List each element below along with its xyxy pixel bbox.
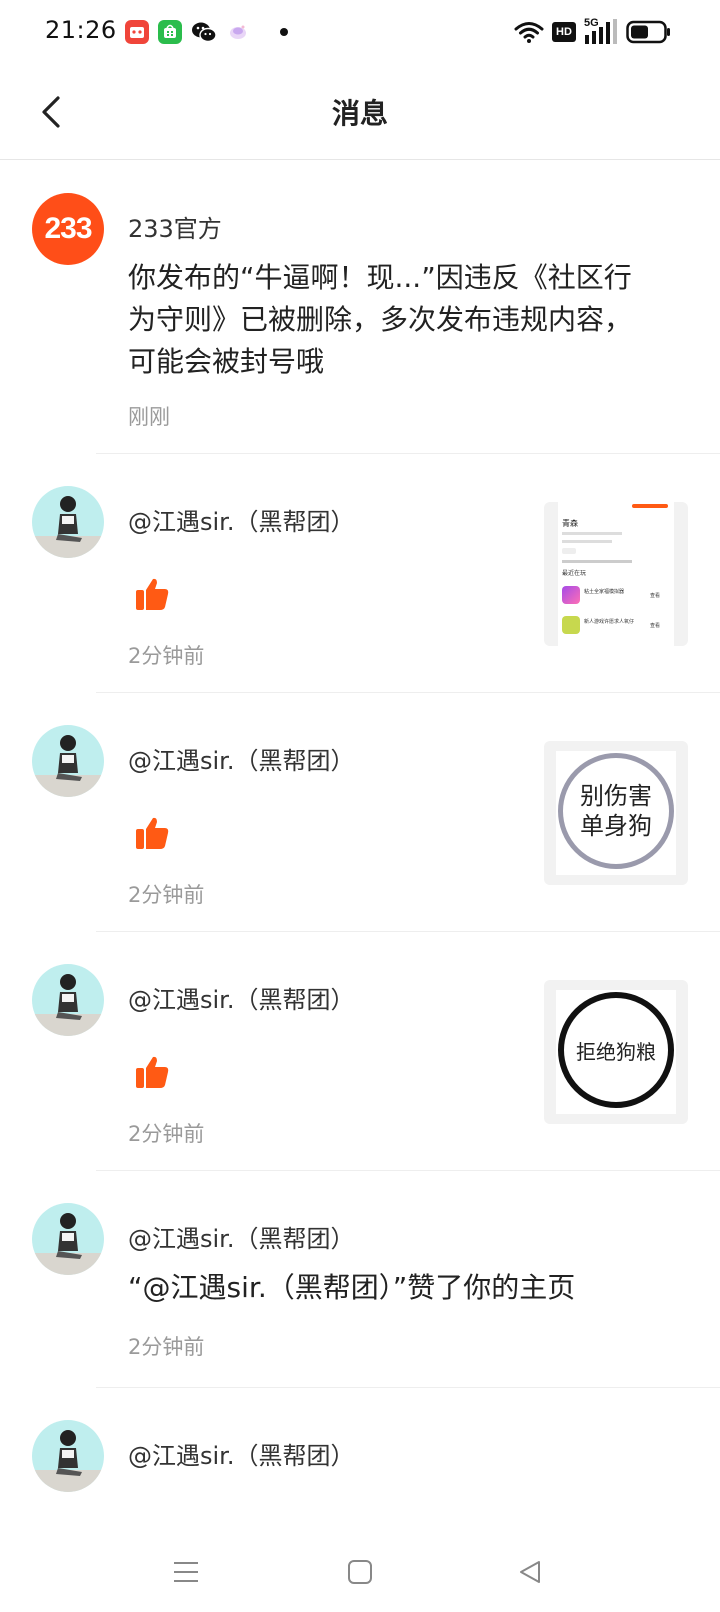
post-thumbnail[interactable]: 青森 最近在玩 粘土全家福模拟器 查看 新人游戏许愿求人氧仔 查看 <box>544 502 688 646</box>
status-indicators: HD 5G <box>514 17 672 46</box>
tag-chip <box>562 548 576 554</box>
sticker-image: 别伤害 单身狗 <box>556 751 676 875</box>
view-button: 查看 <box>650 593 661 599</box>
list-item[interactable]: @江遇sir.（黑帮团） “@江遇sir.（黑帮团）”赞了你的主页 2分钟前 <box>0 1171 720 1392</box>
back-triangle-icon <box>520 1561 540 1583</box>
menu-icon <box>174 1562 198 1582</box>
hd-badge: HD <box>552 22 576 42</box>
assistant-icon <box>226 20 250 44</box>
timestamp: 刚刚 <box>128 405 170 429</box>
view-button: 查看 <box>650 623 661 629</box>
notification-dot-icon <box>280 28 288 36</box>
cellular-signal-icon: 5G <box>584 17 618 45</box>
timestamp: 2分钟前 <box>128 883 205 907</box>
taobao-icon <box>125 20 149 44</box>
section-label: 最近在玩 <box>562 570 587 577</box>
sender-name[interactable]: @江遇sir.（黑帮团） <box>128 502 354 537</box>
wechat-icon <box>191 20 217 44</box>
sender-name[interactable]: 233官方 <box>128 209 222 244</box>
follow-chip <box>632 504 668 508</box>
home-square-icon <box>348 1560 372 1584</box>
back-nav-button[interactable] <box>510 1552 550 1592</box>
avatar[interactable] <box>32 725 104 797</box>
sender-name[interactable]: @江遇sir.（黑帮团） <box>128 980 354 1015</box>
sticker-circle: 拒绝狗粮 <box>558 992 674 1108</box>
profile-name: 青森 <box>562 519 578 528</box>
list-item[interactable]: @江遇sir.（黑帮团） <box>0 1388 720 1538</box>
sticker-text-bottom: 单身狗 <box>580 812 652 840</box>
avatar[interactable]: 233 <box>32 193 104 265</box>
list-item[interactable]: @江遇sir.（黑帮团） 2分钟前 拒绝狗粮 <box>0 932 720 1171</box>
app-store-icon <box>158 20 182 44</box>
avatar[interactable] <box>32 964 104 1036</box>
avatar[interactable] <box>32 486 104 558</box>
top-app-bar: 消息 <box>0 64 720 160</box>
avatar[interactable] <box>32 1203 104 1275</box>
sticker-text-top: 别伤害 <box>580 782 652 810</box>
thumbs-up-icon <box>134 576 170 612</box>
thumbs-up-icon <box>134 1054 170 1090</box>
wifi-icon <box>514 22 544 43</box>
thumbs-up-icon <box>134 815 170 851</box>
sticker-image: 拒绝狗粮 <box>556 990 676 1114</box>
list-item[interactable]: 233 233官方 你发布的“牛逼啊！现...”因违反《社区行为守则》已被删除，… <box>0 161 720 454</box>
page-title: 消息 <box>331 97 388 130</box>
game-title: 新人游戏许愿求人氧仔 <box>584 619 635 625</box>
battery-icon <box>626 20 670 44</box>
list-item[interactable]: @江遇sir.（黑帮团） 2分钟前 青森 最近在玩 粘土全家福模拟器 查看 新人… <box>0 454 720 693</box>
message-text: “@江遇sir.（黑帮团）”赞了你的主页 <box>128 1271 576 1304</box>
sticker-circle: 别伤害 单身狗 <box>558 753 674 869</box>
game-icon <box>562 616 580 634</box>
home-button[interactable] <box>340 1552 380 1592</box>
stats-line <box>562 560 632 563</box>
message-text: 你发布的“牛逼啊！现...”因违反《社区行为守则》已被删除，多次发布违规内容，可… <box>128 261 633 378</box>
menu-button[interactable] <box>166 1552 206 1592</box>
avatar-label: 233 <box>44 212 92 245</box>
sender-name[interactable]: @江遇sir.（黑帮团） <box>128 741 354 776</box>
post-thumbnail[interactable]: 别伤害 单身狗 <box>544 741 688 885</box>
status-bar: 21:26 HD 5G <box>0 0 720 64</box>
sender-name[interactable]: @江遇sir.（黑帮团） <box>128 1219 354 1254</box>
sender-name[interactable]: @江遇sir.（黑帮团） <box>128 1436 354 1471</box>
post-thumbnail[interactable]: 拒绝狗粮 <box>544 980 688 1124</box>
game-icon <box>562 586 580 604</box>
timestamp: 2分钟前 <box>128 1335 205 1359</box>
system-navigation-bar <box>0 1528 720 1612</box>
avatar[interactable] <box>32 1420 104 1492</box>
timestamp: 2分钟前 <box>128 644 205 668</box>
bio-line <box>562 540 612 543</box>
status-time: 21:26 <box>45 16 117 44</box>
timestamp: 2分钟前 <box>128 1122 205 1146</box>
bio-line <box>562 532 622 535</box>
sticker-text: 拒绝狗粮 <box>576 1039 656 1064</box>
game-title: 粘土全家福模拟器 <box>584 589 625 595</box>
list-item[interactable]: @江遇sir.（黑帮团） 2分钟前 别伤害 单身狗 <box>0 693 720 932</box>
profile-screenshot: 青森 最近在玩 粘土全家福模拟器 查看 新人游戏许愿求人氧仔 查看 <box>558 502 674 646</box>
